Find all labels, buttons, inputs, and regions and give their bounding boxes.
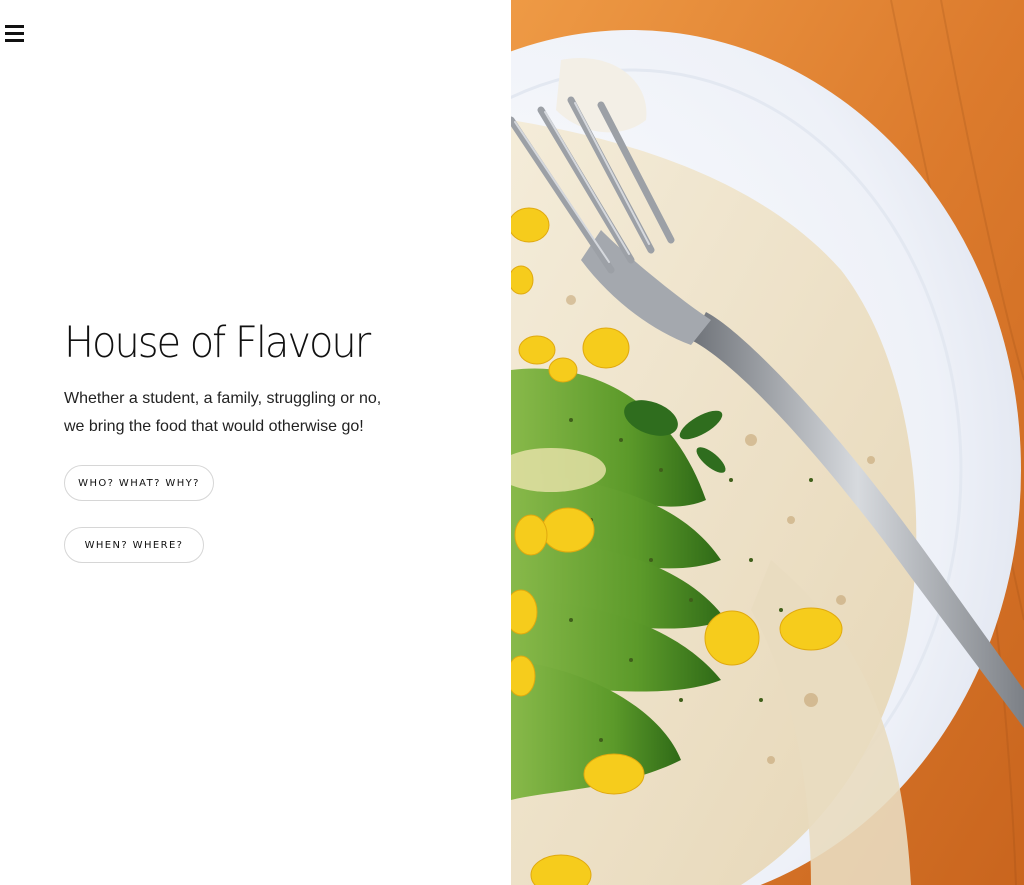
food-photo-illustration [511, 0, 1024, 885]
hero-subtitle: Whether a student, a family, struggling … [64, 385, 394, 441]
hero-subtitle-line-2: we bring the food that would otherwise g… [64, 418, 364, 435]
hero-food-image [511, 0, 1024, 885]
page-title: House of Flavour [64, 318, 371, 368]
hero-subtitle-line-1: Whether a student, a family, struggling … [64, 390, 382, 407]
page: House of Flavour Whether a student, a fa… [0, 0, 1024, 885]
who-what-why-button[interactable]: WHO? WHAT? WHY? [64, 465, 214, 501]
when-where-button[interactable]: WHEN? WHERE? [64, 527, 204, 563]
hero-text-panel: House of Flavour Whether a student, a fa… [0, 0, 511, 885]
hamburger-menu-icon[interactable] [5, 24, 24, 42]
